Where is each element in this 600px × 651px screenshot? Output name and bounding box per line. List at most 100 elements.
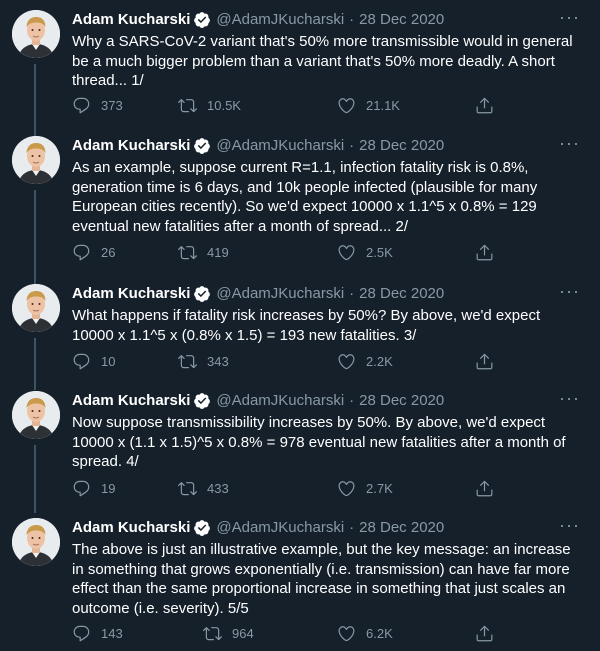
- like-icon: [338, 245, 355, 261]
- reply-button[interactable]: 19: [72, 479, 115, 498]
- share-button[interactable]: [475, 624, 494, 648]
- thread-line: [34, 445, 36, 513]
- verified-badge-icon: [193, 392, 211, 410]
- retweet-icon: [203, 627, 222, 641]
- reply-button[interactable]: 26: [72, 243, 115, 262]
- more-icon[interactable]: ···: [559, 134, 580, 156]
- retweet-icon: [178, 246, 197, 260]
- separator: ·: [349, 392, 355, 409]
- like-button[interactable]: 2.2K: [337, 352, 393, 371]
- share-icon: [476, 97, 493, 114]
- share-button[interactable]: [475, 243, 494, 267]
- like-count: 6.2K: [366, 626, 393, 641]
- avatar[interactable]: [12, 136, 60, 184]
- like-button[interactable]: 6.2K: [337, 624, 393, 643]
- like-icon: [338, 626, 355, 642]
- retweet-button[interactable]: 964: [203, 624, 254, 643]
- separator: ·: [349, 285, 355, 302]
- reply-button[interactable]: 373: [72, 96, 123, 115]
- retweet-count: 964: [232, 626, 254, 641]
- tweet-date[interactable]: 28 Dec 2020: [359, 136, 444, 156]
- tweet-header: Adam Kucharski @AdamJKucharski · 28 Dec …: [72, 10, 444, 30]
- reply-icon: [73, 244, 90, 261]
- thread-line: [34, 190, 36, 286]
- retweet-button[interactable]: 10.5K: [178, 96, 241, 115]
- avatar[interactable]: [12, 391, 60, 439]
- tweet-actions: 10 343 2.2K: [72, 352, 512, 374]
- retweet-button[interactable]: 343: [178, 352, 229, 371]
- reply-count: 10: [101, 354, 116, 369]
- reply-count: 373: [101, 98, 123, 113]
- tweet-text: The above is just an illustrative exampl…: [72, 541, 571, 617]
- reply-button[interactable]: 10: [72, 352, 115, 371]
- tweet-text: As an example, suppose current R=1.1, in…: [72, 159, 538, 235]
- reply-count: 143: [101, 626, 123, 641]
- verified-badge-icon: [193, 519, 211, 537]
- tweet-date[interactable]: 28 Dec 2020: [359, 391, 444, 411]
- share-button[interactable]: [475, 96, 494, 120]
- author-name[interactable]: Adam Kucharski: [72, 284, 190, 304]
- author-handle[interactable]: @AdamJKucharski: [216, 10, 344, 30]
- reply-icon: [73, 625, 90, 642]
- author-handle[interactable]: @AdamJKucharski: [216, 391, 344, 411]
- share-button[interactable]: [475, 352, 494, 376]
- like-count: 2.7K: [366, 481, 393, 496]
- retweet-icon: [178, 482, 197, 496]
- retweet-button[interactable]: 419: [178, 243, 229, 262]
- tweet-date[interactable]: 28 Dec 2020: [359, 10, 444, 30]
- tweet-thread: Adam Kucharski @AdamJKucharski · 28 Dec …: [0, 0, 600, 651]
- like-button[interactable]: 2.7K: [337, 479, 393, 498]
- thread-line: [34, 64, 36, 136]
- share-button[interactable]: [475, 479, 494, 503]
- author-name[interactable]: Adam Kucharski: [72, 518, 190, 538]
- author-handle[interactable]: @AdamJKucharski: [216, 136, 344, 156]
- author-name[interactable]: Adam Kucharski: [72, 10, 190, 30]
- avatar[interactable]: [12, 284, 60, 332]
- avatar[interactable]: [12, 518, 60, 566]
- author-name[interactable]: Adam Kucharski: [72, 136, 190, 156]
- more-icon[interactable]: ···: [559, 389, 580, 411]
- tweet-header: Adam Kucharski @AdamJKucharski · 28 Dec …: [72, 518, 444, 538]
- verified-badge-icon: [193, 137, 211, 155]
- like-count: 2.5K: [366, 245, 393, 260]
- tweet-actions: 19 433 2.7K: [72, 479, 512, 501]
- reply-count: 26: [101, 245, 116, 260]
- author-name[interactable]: Adam Kucharski: [72, 391, 190, 411]
- retweet-count: 10.5K: [207, 98, 241, 113]
- tweet-actions: 143 964 6.2K: [72, 624, 512, 646]
- like-button[interactable]: 2.5K: [337, 243, 393, 262]
- tweet-date[interactable]: 28 Dec 2020: [359, 518, 444, 538]
- reply-button[interactable]: 143: [72, 624, 123, 643]
- author-handle[interactable]: @AdamJKucharski: [216, 518, 344, 538]
- like-button[interactable]: 21.1K: [337, 96, 400, 115]
- retweet-count: 343: [207, 354, 229, 369]
- retweet-count: 433: [207, 481, 229, 496]
- like-icon: [338, 354, 355, 370]
- retweet-icon: [178, 355, 197, 369]
- tweet-header: Adam Kucharski @AdamJKucharski · 28 Dec …: [72, 284, 444, 304]
- more-icon[interactable]: ···: [559, 8, 580, 30]
- separator: ·: [349, 11, 355, 28]
- share-icon: [476, 480, 493, 497]
- reply-icon: [73, 97, 90, 114]
- share-icon: [476, 625, 493, 642]
- reply-icon: [73, 480, 90, 497]
- share-icon: [476, 244, 493, 261]
- verified-badge-icon: [193, 285, 211, 303]
- retweet-count: 419: [207, 245, 229, 260]
- retweet-button[interactable]: 433: [178, 479, 229, 498]
- tweet-date[interactable]: 28 Dec 2020: [359, 284, 444, 304]
- tweet-text: Now suppose transmissibility increases b…: [72, 414, 566, 470]
- retweet-icon: [178, 99, 197, 113]
- tweet-actions: 26 419 2.5K: [72, 243, 512, 265]
- thread-line: [34, 338, 36, 390]
- reply-icon: [73, 353, 90, 370]
- author-handle[interactable]: @AdamJKucharski: [216, 284, 344, 304]
- like-icon: [338, 481, 355, 497]
- more-icon[interactable]: ···: [559, 516, 580, 538]
- more-icon[interactable]: ···: [559, 282, 580, 304]
- separator: ·: [349, 519, 355, 536]
- avatar[interactable]: [12, 10, 60, 58]
- like-count: 2.2K: [366, 354, 393, 369]
- verified-badge-icon: [193, 11, 211, 29]
